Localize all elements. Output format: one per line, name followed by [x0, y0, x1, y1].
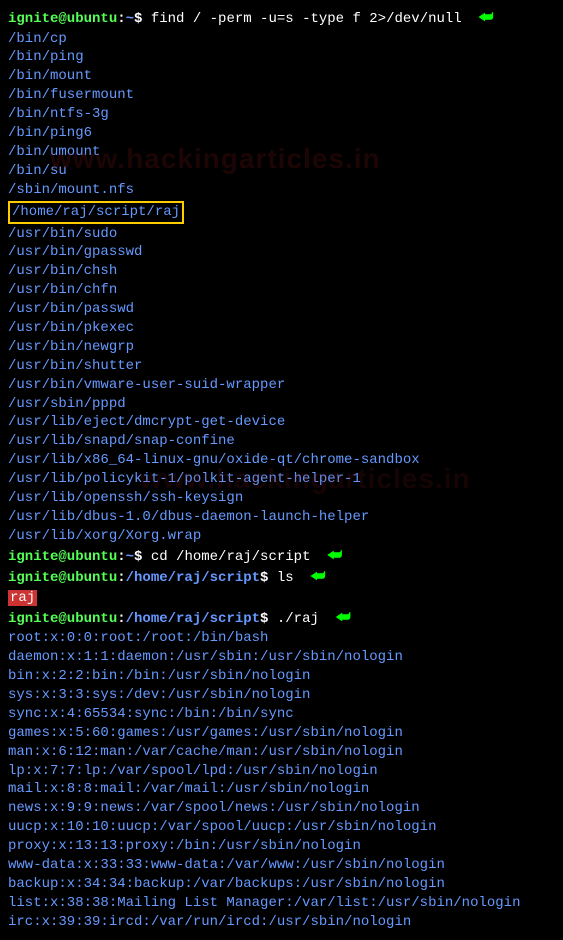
- output-line: daemon:x:1:1:daemon:/usr/sbin:/usr/sbin/…: [8, 648, 555, 667]
- ls-output-line: raj: [8, 589, 555, 608]
- output-line: /usr/lib/xorg/Xorg.wrap: [8, 527, 555, 546]
- command-text: cd /home/raj/script: [151, 549, 311, 565]
- command-text: find / -perm -u=s -type f 2>/dev/null: [151, 11, 462, 27]
- output-line: games:x:5:60:games:/usr/games:/usr/sbin/…: [8, 724, 555, 743]
- prompt-line: ignite@ubuntu:/home/raj/script$ ls ⮨: [8, 567, 555, 589]
- output-line: /bin/umount: [8, 143, 555, 162]
- output-line: /usr/bin/passwd: [8, 300, 555, 319]
- command-text: ls: [277, 570, 294, 586]
- highlighted-path: /home/raj/script/raj: [8, 201, 184, 224]
- output-line: /usr/bin/newgrp: [8, 338, 555, 357]
- prompt-user: ignite@ubuntu: [8, 570, 117, 586]
- output-line: root:x:0:0:root:/root:/bin/bash: [8, 629, 555, 648]
- output-line: /usr/lib/policykit-1/polkit-agent-helper…: [8, 470, 555, 489]
- output-line: uucp:x:10:10:uucp:/var/spool/uucp:/usr/s…: [8, 818, 555, 837]
- output-line: irc:x:39:39:ircd:/var/run/ircd:/usr/sbin…: [8, 913, 555, 932]
- output-line: /usr/lib/x86_64-linux-gnu/oxide-qt/chrom…: [8, 451, 555, 470]
- output-line: /bin/mount: [8, 67, 555, 86]
- output-line: /usr/lib/openssh/ssh-keysign: [8, 489, 555, 508]
- output-line: /usr/lib/dbus-1.0/dbus-daemon-launch-hel…: [8, 508, 555, 527]
- highlighted-output-line: /home/raj/script/raj: [8, 200, 555, 225]
- prompt-path: /home/raj/script: [126, 611, 260, 627]
- output-line: /usr/bin/gpasswd: [8, 243, 555, 262]
- enter-arrow-icon: ⮨: [310, 568, 325, 586]
- output-line: /usr/lib/eject/dmcrypt-get-device: [8, 413, 555, 432]
- output-line: lp:x:7:7:lp:/var/spool/lpd:/usr/sbin/nol…: [8, 762, 555, 781]
- output-line: sync:x:4:65534:sync:/bin:/bin/sync: [8, 705, 555, 724]
- enter-arrow-icon: ⮨: [479, 9, 494, 27]
- prompt-line: ignite@ubuntu:~$ cd /home/raj/script ⮨: [8, 546, 555, 568]
- prompt-user: ignite@ubuntu: [8, 549, 117, 565]
- output-line: /usr/bin/sudo: [8, 225, 555, 244]
- ls-raj-file: raj: [8, 590, 37, 606]
- prompt-line: ignite@ubuntu:/home/raj/script$ ./raj ⮨: [8, 608, 555, 630]
- output-line: /usr/bin/pkexec: [8, 319, 555, 338]
- output-line: /sbin/mount.nfs: [8, 181, 555, 200]
- output-line: bin:x:2:2:bin:/bin:/usr/sbin/nologin: [8, 667, 555, 686]
- output-line: /usr/lib/snapd/snap-confine: [8, 432, 555, 451]
- output-line: /bin/su: [8, 162, 555, 181]
- prompt-user: ignite@ubuntu: [8, 611, 117, 627]
- prompt-path: ~: [126, 11, 134, 27]
- prompt-path: ~: [126, 549, 134, 565]
- output-line: sys:x:3:3:sys:/dev:/usr/sbin/nologin: [8, 686, 555, 705]
- prompt-user: ignite@ubuntu: [8, 11, 117, 27]
- output-line: /usr/sbin/pppd: [8, 395, 555, 414]
- terminal-output[interactable]: ignite@ubuntu:~$ find / -perm -u=s -type…: [8, 8, 555, 932]
- prompt-line: ignite@ubuntu:~$ find / -perm -u=s -type…: [8, 8, 555, 30]
- output-line: /usr/bin/chfn: [8, 281, 555, 300]
- enter-arrow-icon: ⮨: [327, 547, 342, 565]
- output-line: /usr/bin/shutter: [8, 357, 555, 376]
- output-line: /usr/bin/vmware-user-suid-wrapper: [8, 376, 555, 395]
- output-line: mail:x:8:8:mail:/var/mail:/usr/sbin/nolo…: [8, 780, 555, 799]
- output-line: news:x:9:9:news:/var/spool/news:/usr/sbi…: [8, 799, 555, 818]
- command-text: ./raj: [277, 611, 319, 627]
- output-line: backup:x:34:34:backup:/var/backups:/usr/…: [8, 875, 555, 894]
- output-line: /bin/ping6: [8, 124, 555, 143]
- output-line: /bin/ntfs-3g: [8, 105, 555, 124]
- output-line: list:x:38:38:Mailing List Manager:/var/l…: [8, 894, 555, 913]
- output-line: www-data:x:33:33:www-data:/var/www:/usr/…: [8, 856, 555, 875]
- output-line: /usr/bin/chsh: [8, 262, 555, 281]
- enter-arrow-icon: ⮨: [336, 609, 351, 627]
- prompt-path: /home/raj/script: [126, 570, 260, 586]
- output-line: /bin/cp: [8, 30, 555, 49]
- output-line: /bin/ping: [8, 48, 555, 67]
- output-line: man:x:6:12:man:/var/cache/man:/usr/sbin/…: [8, 743, 555, 762]
- output-line: proxy:x:13:13:proxy:/bin:/usr/sbin/nolog…: [8, 837, 555, 856]
- output-line: /bin/fusermount: [8, 86, 555, 105]
